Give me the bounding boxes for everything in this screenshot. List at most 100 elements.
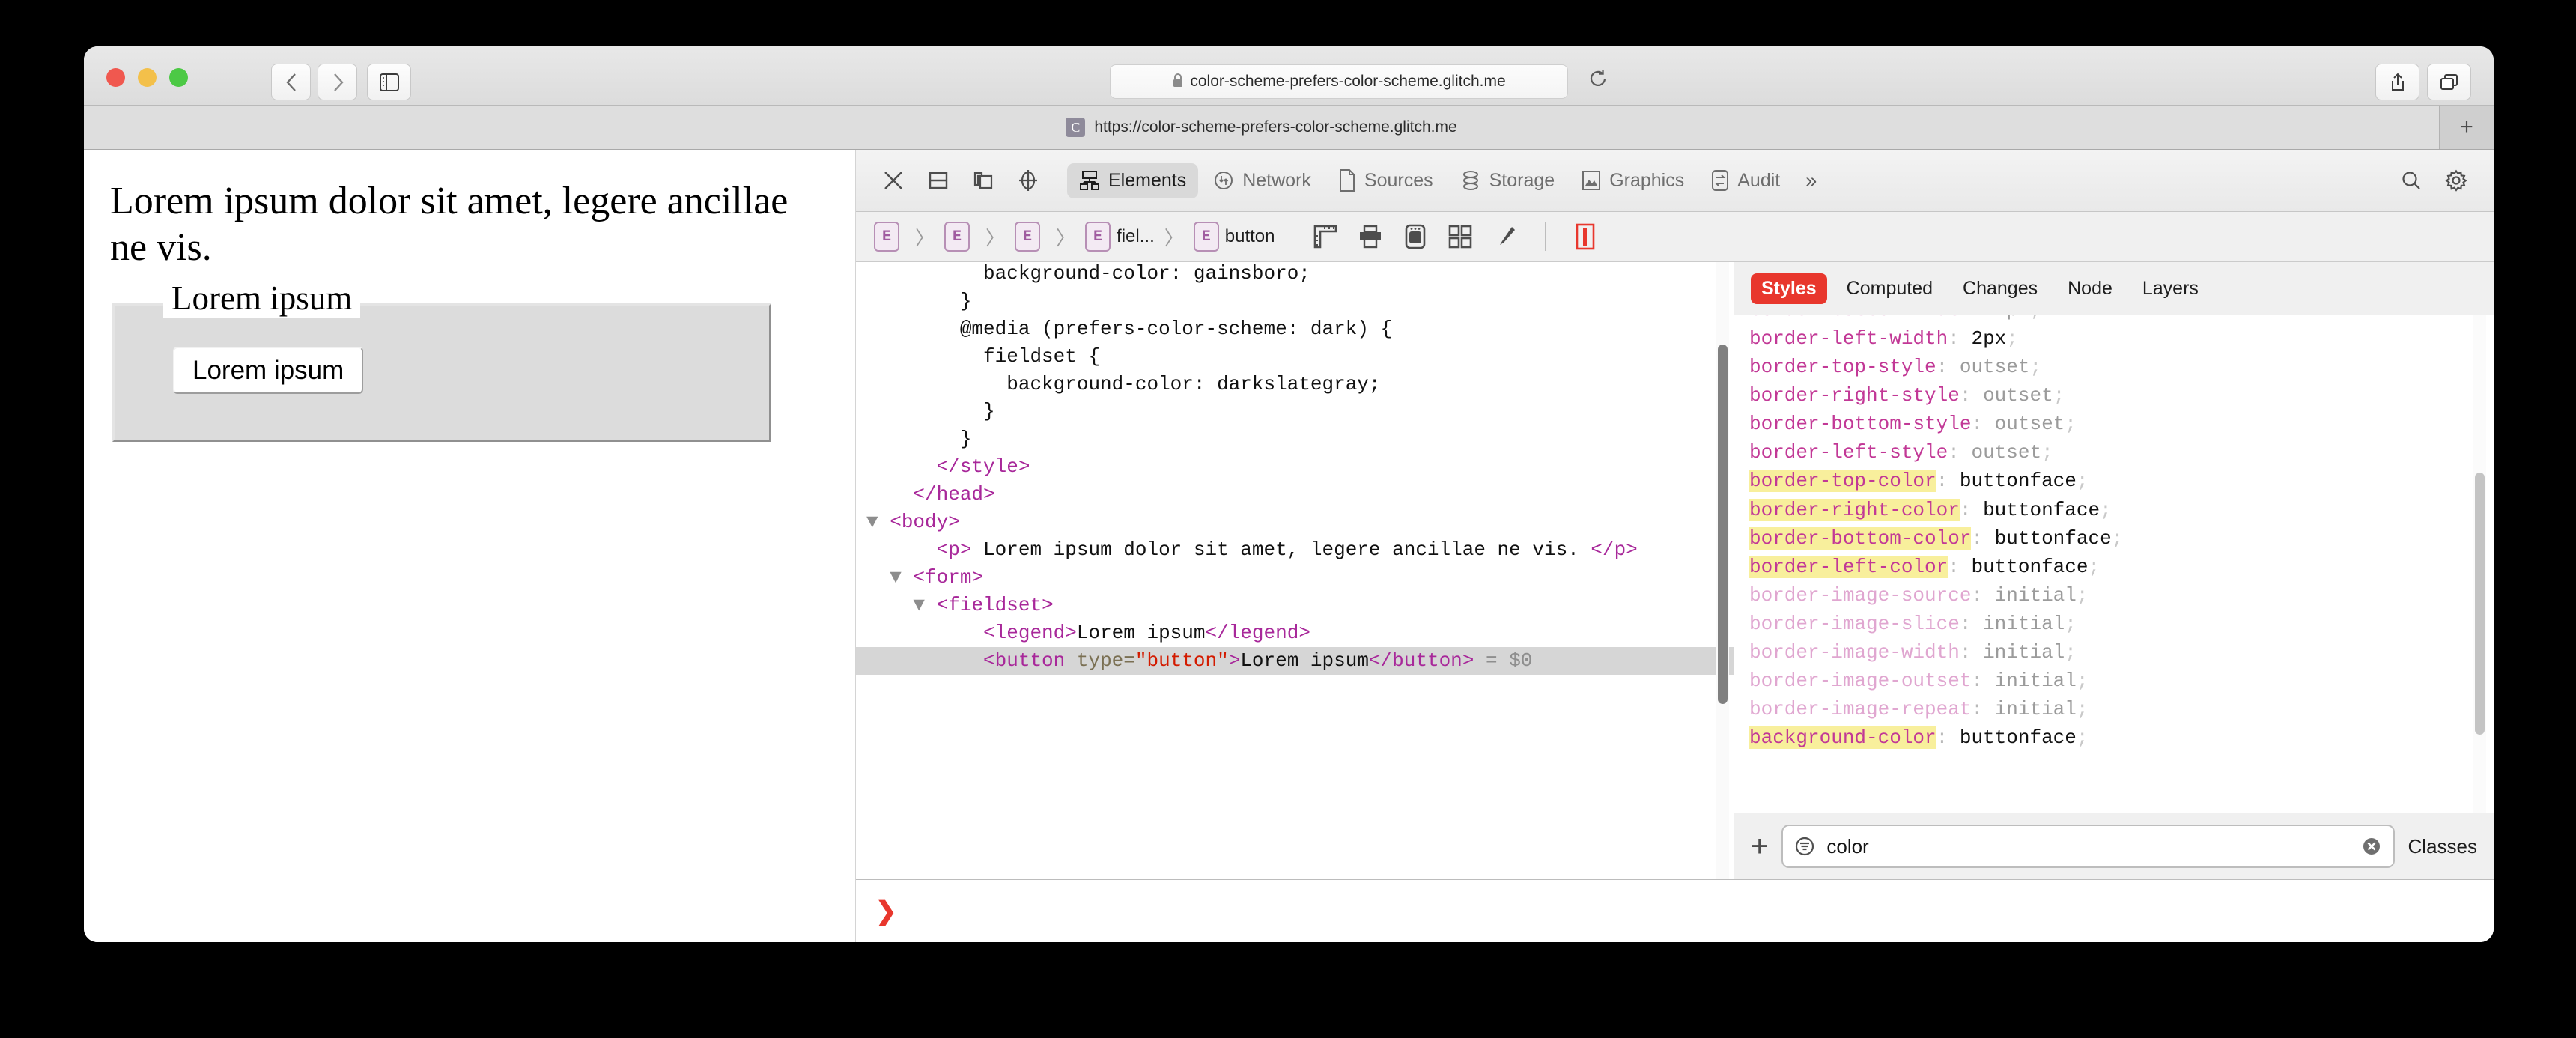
close-devtools-icon[interactable] bbox=[872, 160, 914, 201]
styles-filter-input[interactable]: color bbox=[1781, 825, 2395, 868]
devtools-tab-storage[interactable]: Storage bbox=[1448, 163, 1567, 198]
dom-tree-line[interactable]: } bbox=[856, 288, 1734, 315]
style-property-name[interactable]: border-left-width bbox=[1749, 327, 1948, 350]
dom-tree-line[interactable]: } bbox=[856, 425, 1734, 453]
devtools-overflow-button[interactable]: » bbox=[1795, 169, 1827, 192]
show-tab-overview-button[interactable] bbox=[2427, 64, 2471, 100]
devtools-tab-network[interactable]: Network bbox=[1201, 163, 1323, 198]
dom-tree-line[interactable]: @media (prefers-color-scheme: dark) { bbox=[856, 315, 1734, 343]
style-declaration-row[interactable]: background-color: buttonface; bbox=[1749, 723, 2494, 752]
clear-filter-icon[interactable] bbox=[2360, 835, 2383, 858]
styles-declarations-body[interactable]: border-bottom-width: 2px;border-left-wid… bbox=[1734, 315, 2494, 813]
style-property-name[interactable]: border-left-style bbox=[1749, 441, 1948, 464]
disclosure-triangle-icon[interactable]: ▼ bbox=[866, 594, 937, 616]
dom-tree-line[interactable]: </head> bbox=[856, 481, 1734, 509]
style-property-name[interactable]: border-image-outset bbox=[1749, 670, 1971, 692]
dock-bottom-icon[interactable] bbox=[917, 160, 959, 201]
breadcrumb-item-2[interactable]: E bbox=[1012, 220, 1049, 253]
style-property-name[interactable]: border-right-color bbox=[1749, 498, 1960, 521]
style-property-name[interactable]: border-bottom-width bbox=[1749, 315, 1971, 321]
devtools-tab-elements[interactable]: Elements bbox=[1067, 163, 1199, 198]
reload-button[interactable] bbox=[1589, 69, 1609, 97]
style-declaration-row[interactable]: border-right-style: outset; bbox=[1749, 381, 2494, 410]
breadcrumb-item-1[interactable]: E bbox=[941, 220, 979, 253]
gear-icon[interactable] bbox=[2435, 160, 2477, 201]
style-property-value[interactable]: buttonface bbox=[1971, 499, 2100, 521]
minimize-window-button[interactable] bbox=[138, 68, 157, 87]
style-declaration-row[interactable]: border-image-slice: initial; bbox=[1749, 610, 2494, 638]
style-property-name[interactable]: border-top-style bbox=[1749, 356, 1936, 378]
style-property-value[interactable]: initial bbox=[1983, 670, 2077, 692]
devtools-tab-sources[interactable]: Sources bbox=[1326, 163, 1445, 198]
style-declaration-row[interactable]: border-left-width: 2px; bbox=[1749, 324, 2494, 353]
grid-overlay-icon[interactable] bbox=[1445, 221, 1476, 252]
style-declaration-row[interactable]: border-top-color: buttonface; bbox=[1749, 467, 2494, 495]
back-button[interactable] bbox=[271, 64, 311, 100]
style-property-value[interactable]: initial bbox=[1983, 584, 2077, 607]
breadcrumb-item-4[interactable]: E button bbox=[1191, 220, 1278, 253]
breadcrumb-item-0[interactable]: E bbox=[871, 220, 908, 253]
style-property-name[interactable]: background-color bbox=[1749, 726, 1936, 750]
style-property-value[interactable]: 2px bbox=[1983, 315, 2030, 321]
style-property-name[interactable]: border-top-color bbox=[1749, 470, 1936, 493]
dom-tree-line[interactable]: <p> Lorem ipsum dolor sit amet, legere a… bbox=[856, 536, 1734, 564]
dom-tree-line[interactable]: background-color: gainsboro; bbox=[856, 262, 1734, 288]
dom-tree-line[interactable]: </style> bbox=[856, 453, 1734, 481]
style-property-value[interactable]: initial bbox=[1983, 698, 2077, 720]
disclosure-triangle-icon[interactable]: ▼ bbox=[866, 511, 890, 533]
style-property-value[interactable]: outset bbox=[1948, 356, 2030, 378]
style-declaration-row[interactable]: border-image-source: initial; bbox=[1749, 581, 2494, 610]
style-property-name[interactable]: border-bottom-style bbox=[1749, 413, 1971, 435]
dom-tree-line[interactable]: ▼ <body> bbox=[856, 509, 1734, 536]
dom-tree-line[interactable]: fieldset { bbox=[856, 343, 1734, 371]
paintbrush-icon[interactable] bbox=[1489, 221, 1521, 252]
style-property-name[interactable]: border-right-style bbox=[1749, 384, 1960, 407]
dom-tree-line[interactable]: ▼ <fieldset> bbox=[856, 592, 1734, 619]
styles-tab-styles[interactable]: Styles bbox=[1751, 273, 1827, 304]
style-property-value[interactable]: buttonface bbox=[1948, 726, 2077, 749]
style-declaration-row[interactable]: border-image-outset: initial; bbox=[1749, 667, 2494, 695]
dom-tree-scrollbar[interactable] bbox=[1716, 262, 1729, 879]
style-declaration-row[interactable]: border-right-color: buttonface; bbox=[1749, 496, 2494, 524]
dom-tree-line[interactable]: background-color: darkslategray; bbox=[856, 371, 1734, 398]
style-declaration-row[interactable]: border-bottom-color: buttonface; bbox=[1749, 524, 2494, 553]
device-preview-icon[interactable] bbox=[1400, 221, 1431, 252]
style-declaration-row[interactable]: border-bottom-width: 2px; bbox=[1749, 315, 2494, 324]
style-property-name[interactable]: border-image-source bbox=[1749, 584, 1971, 607]
disclosure-triangle-icon[interactable]: ▼ bbox=[866, 566, 913, 589]
breadcrumb-item-3[interactable]: E fiel... bbox=[1082, 220, 1158, 253]
dom-tree-line[interactable]: ▼ <form> bbox=[856, 564, 1734, 592]
style-declaration-row[interactable]: border-image-repeat: initial; bbox=[1749, 695, 2494, 723]
styles-scrollbar[interactable] bbox=[2473, 315, 2486, 813]
style-property-value[interactable]: buttonface bbox=[1983, 527, 2112, 550]
style-property-value[interactable]: outset bbox=[1960, 441, 2041, 464]
devtools-tab-audit[interactable]: Audit bbox=[1699, 163, 1792, 198]
styles-tab-layers[interactable]: Layers bbox=[2132, 273, 2209, 304]
dom-tree-line[interactable]: <legend>Lorem ipsum</legend> bbox=[856, 619, 1734, 647]
browser-tab[interactable]: C https://color-scheme-prefers-color-sch… bbox=[84, 106, 2440, 149]
new-tab-button[interactable]: + bbox=[2440, 106, 2494, 149]
style-declaration-row[interactable]: border-left-color: buttonface; bbox=[1749, 553, 2494, 581]
styles-tab-node[interactable]: Node bbox=[2057, 273, 2123, 304]
style-property-value[interactable]: 2px bbox=[1960, 327, 2006, 350]
maximize-window-button[interactable] bbox=[169, 68, 188, 87]
style-property-value[interactable]: outset bbox=[1971, 384, 2053, 407]
classes-button[interactable]: Classes bbox=[2408, 835, 2477, 858]
inspect-element-icon[interactable] bbox=[1007, 160, 1049, 201]
search-icon[interactable] bbox=[2390, 160, 2432, 201]
add-style-rule-button[interactable]: + bbox=[1751, 831, 1768, 861]
styles-tab-changes[interactable]: Changes bbox=[1952, 273, 2048, 304]
style-declaration-row[interactable]: border-top-style: outset; bbox=[1749, 353, 2494, 381]
style-property-name[interactable]: border-bottom-color bbox=[1749, 526, 1972, 550]
toggle-styles-sidebar-icon[interactable] bbox=[1570, 221, 1601, 252]
dock-separate-window-icon[interactable] bbox=[962, 160, 1004, 201]
style-declaration-row[interactable]: border-image-width: initial; bbox=[1749, 638, 2494, 667]
forward-button[interactable] bbox=[318, 64, 357, 100]
address-bar[interactable]: color-scheme-prefers-color-scheme.glitch… bbox=[1110, 64, 1568, 99]
dom-tree-scroll-thumb[interactable] bbox=[1718, 345, 1728, 704]
style-declaration-row[interactable]: border-bottom-style: outset; bbox=[1749, 410, 2494, 438]
style-property-value[interactable]: outset bbox=[1983, 413, 2065, 435]
style-property-value[interactable]: buttonface bbox=[1948, 470, 2077, 492]
devtools-tab-graphics[interactable]: Graphics bbox=[1570, 163, 1696, 198]
style-declaration-row[interactable]: border-left-style: outset; bbox=[1749, 438, 2494, 467]
